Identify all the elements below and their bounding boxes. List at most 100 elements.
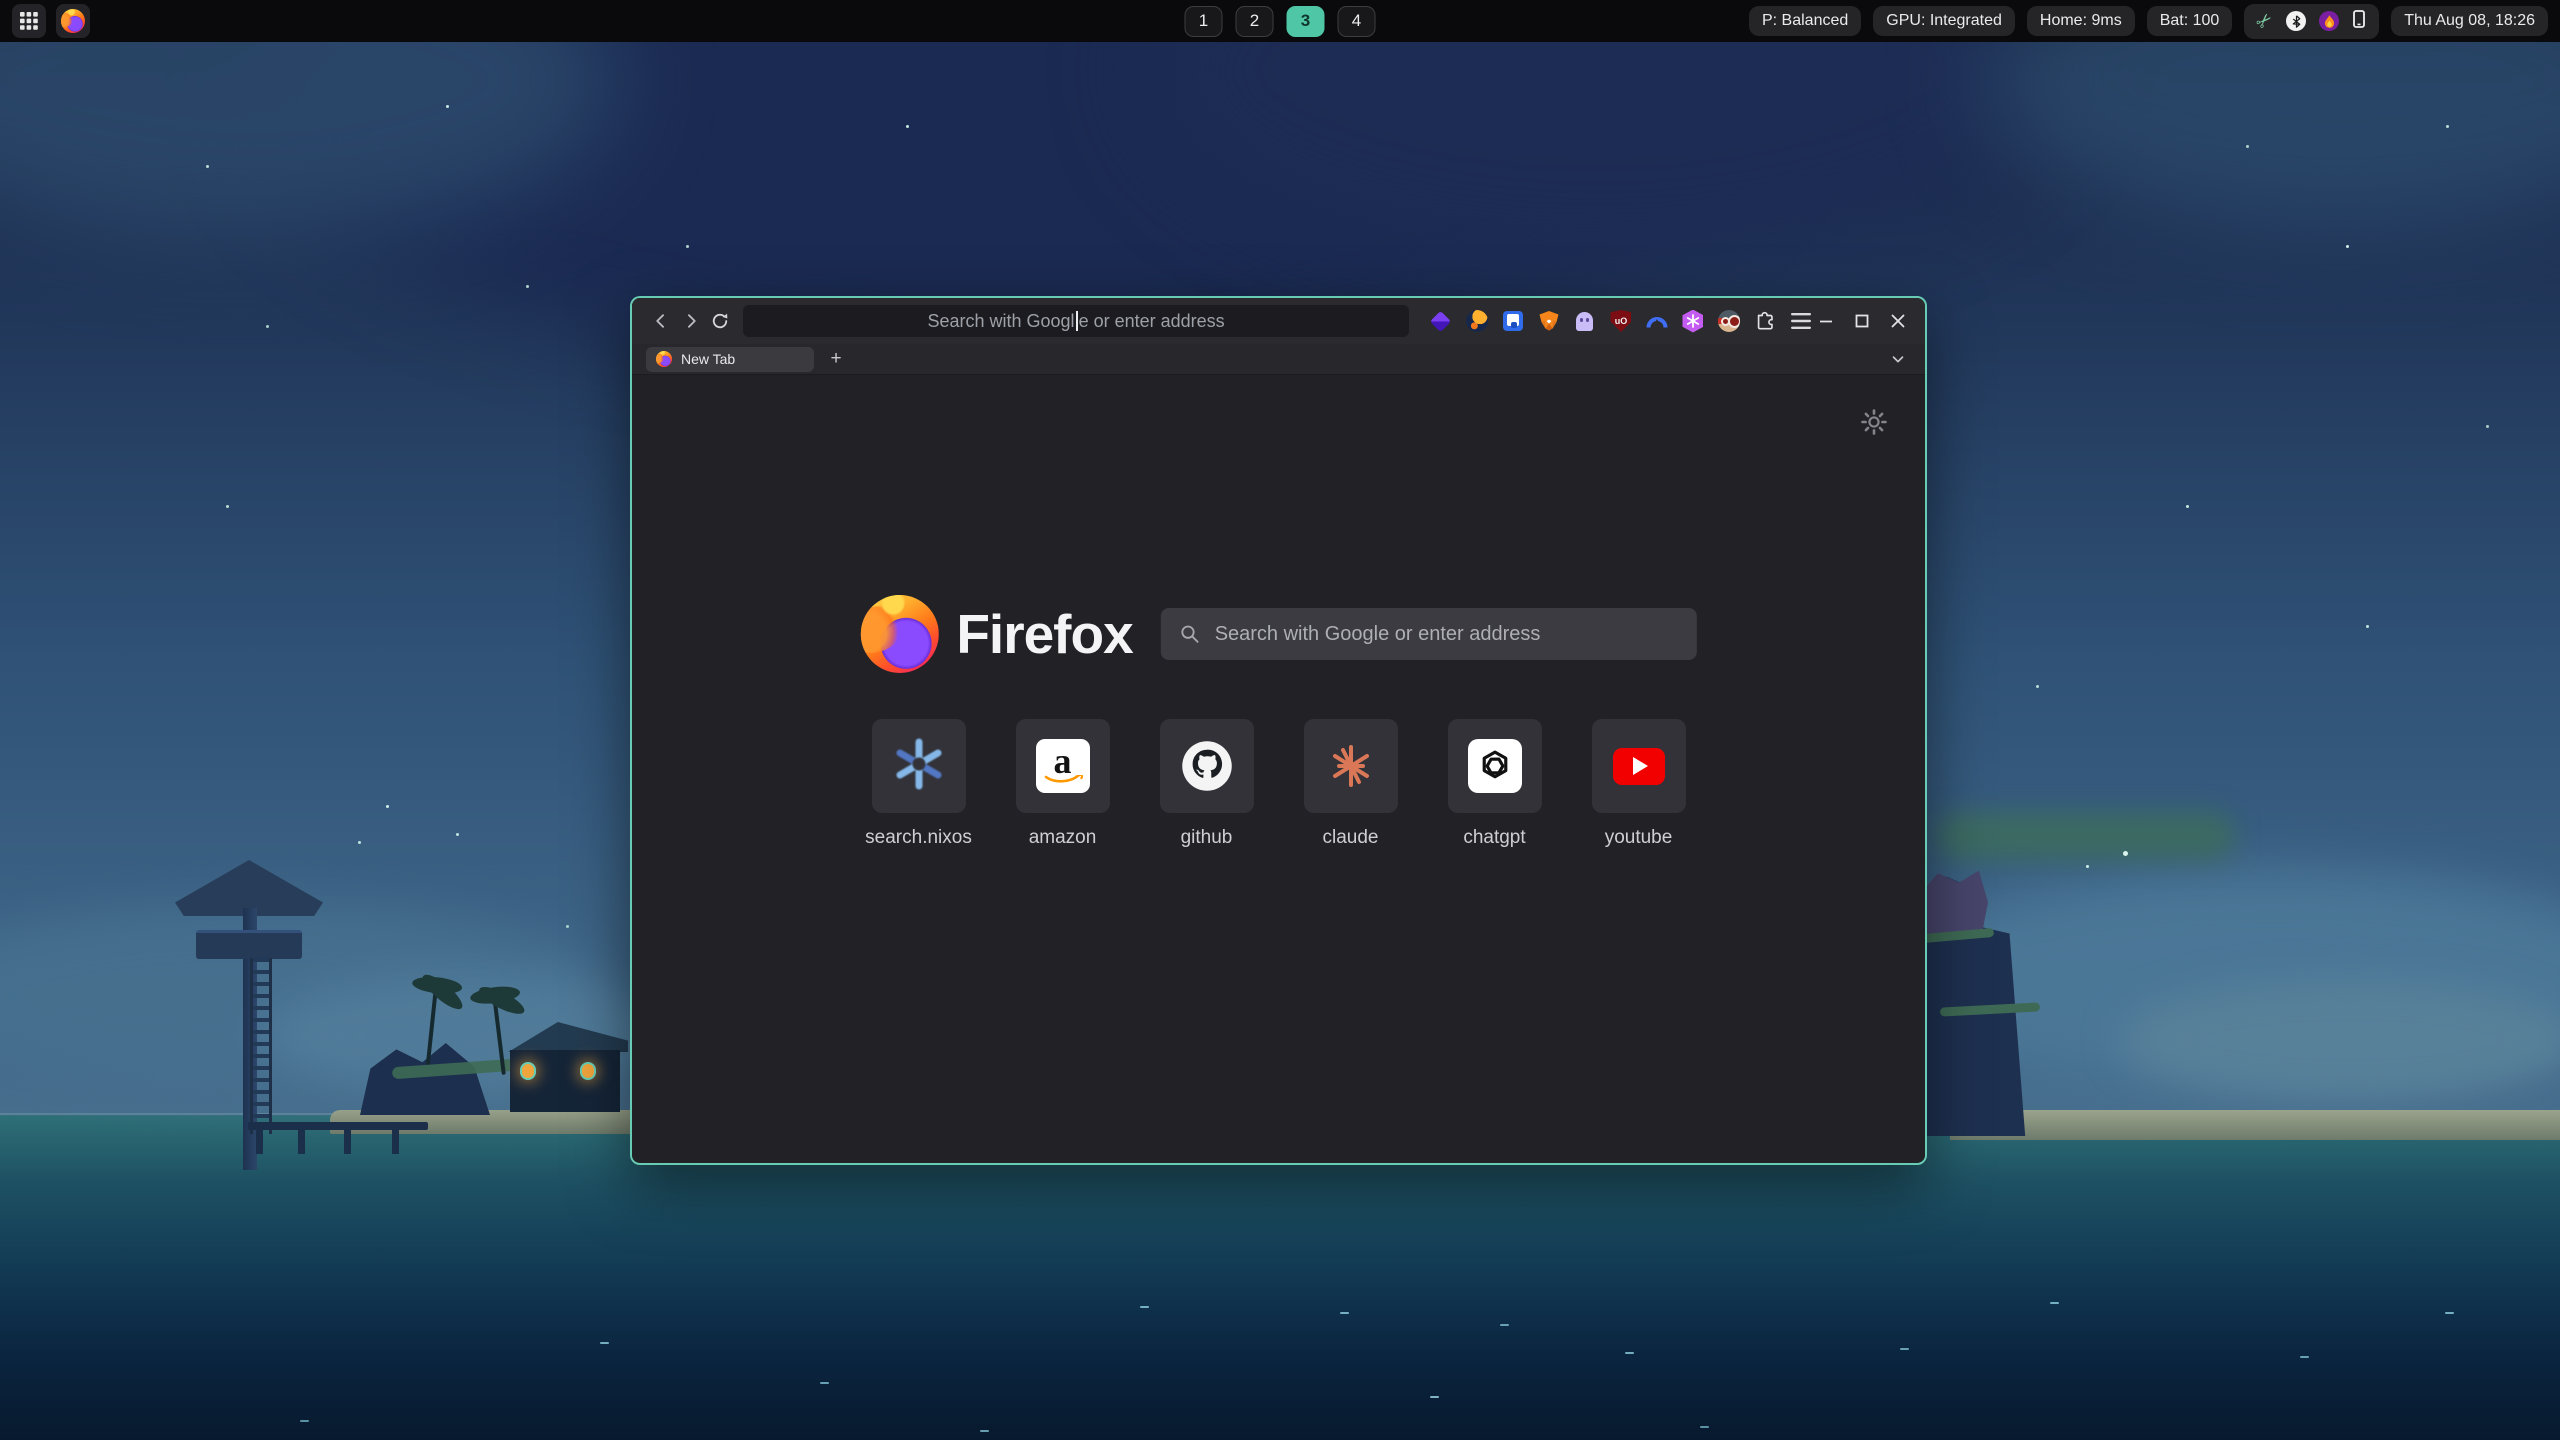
- back-button[interactable]: [646, 306, 676, 336]
- reload-button[interactable]: [705, 306, 735, 336]
- phone-connect-icon[interactable]: [2352, 10, 2366, 33]
- firefox-icon: [61, 9, 85, 33]
- shortcut-search-nixos[interactable]: search.nixos: [872, 719, 966, 849]
- firefox-logo: [860, 595, 938, 673]
- youtube-play-icon: [1613, 748, 1665, 785]
- shortcut-label: amazon: [1029, 827, 1097, 849]
- extension-purple-hexagon-icon[interactable]: [1681, 309, 1705, 333]
- firefox-launcher-button[interactable]: [56, 4, 90, 38]
- tab-strip: New Tab +: [632, 344, 1925, 375]
- reload-icon: [710, 311, 730, 331]
- battery-indicator: Bat: 100: [2147, 6, 2233, 36]
- tab-new-tab[interactable]: New Tab: [646, 347, 814, 372]
- firefox-wordmark: Firefox: [956, 602, 1132, 666]
- amazon-icon: a: [1036, 739, 1090, 793]
- nixos-snowflake-icon: [893, 738, 945, 795]
- shortcut-claude[interactable]: claude: [1304, 719, 1398, 849]
- extension-orange-navy-icon[interactable]: [1465, 309, 1489, 333]
- shortcut-github[interactable]: github: [1160, 719, 1254, 849]
- wallpaper-pier: [248, 1122, 428, 1130]
- shortcut-label: search.nixos: [865, 827, 972, 849]
- extension-blue-lock-icon[interactable]: [1501, 309, 1525, 333]
- workspace-button-1[interactable]: 1: [1185, 6, 1223, 37]
- urlbar-placeholder: Search with Googl: [927, 311, 1074, 332]
- ublock-label: uO: [1615, 316, 1628, 326]
- hamburger-menu-icon: [1791, 313, 1811, 329]
- workspace-label: 1: [1199, 11, 1208, 31]
- close-button[interactable]: [1885, 308, 1911, 334]
- firefox-favicon: [656, 351, 672, 367]
- shortcut-label: claude: [1323, 827, 1379, 849]
- forward-button[interactable]: [676, 306, 706, 336]
- text-caret: [1076, 311, 1078, 331]
- wallpaper-beach-right: [1950, 1110, 2560, 1140]
- back-icon: [651, 311, 671, 331]
- system-tray: ✂: [2244, 4, 2379, 39]
- url-bar[interactable]: Search with Googl e or enter address: [743, 305, 1409, 337]
- workspace-label: 3: [1301, 11, 1310, 31]
- workspace-button-2[interactable]: 2: [1236, 6, 1274, 37]
- ping-indicator: Home: 9ms: [2027, 6, 2135, 36]
- shortcut-youtube[interactable]: youtube: [1592, 719, 1686, 849]
- extension-ghostery-ghost-icon[interactable]: [1573, 309, 1597, 333]
- workspace-button-4[interactable]: 4: [1338, 6, 1376, 37]
- shortcut-chatgpt[interactable]: chatgpt: [1448, 719, 1542, 849]
- chatgpt-knot-icon: [1468, 739, 1522, 793]
- wallpaper-stars: [386, 805, 389, 808]
- firefox-toolbar: Search with Googl e or enter address uO: [632, 298, 1925, 344]
- app-menu-button[interactable]: [1789, 309, 1813, 333]
- new-tab-button[interactable]: +: [824, 347, 848, 371]
- shortcut-label: chatgpt: [1463, 827, 1525, 849]
- workspace-switcher: 1 2 3 4: [1185, 6, 1376, 37]
- amazon-letter: a: [1054, 747, 1072, 776]
- extension-spy-face-icon[interactable]: [1717, 309, 1741, 333]
- power-profile-indicator: P: Balanced: [1749, 6, 1861, 36]
- extension-ublock-origin-icon[interactable]: uO: [1609, 309, 1633, 333]
- workspace-label: 4: [1352, 11, 1361, 31]
- top-status-bar: 1 2 3 4 P: Balanced GPU: Integrated Home…: [0, 0, 2560, 42]
- newtab-search-box[interactable]: [1161, 608, 1697, 660]
- extension-toolbar: uO: [1429, 309, 1813, 333]
- gear-icon: [1861, 409, 1887, 435]
- app-launcher-button[interactable]: [12, 4, 46, 38]
- app-grid-icon: [20, 12, 38, 30]
- firefox-branding-row: Firefox: [860, 595, 1696, 673]
- wallpaper-cloud: [2120, 980, 2560, 1100]
- firefox-window: Search with Googl e or enter address uO: [630, 296, 1927, 1165]
- extension-metamask-fox-icon[interactable]: [1537, 309, 1561, 333]
- wallpaper-cloud: [1935, 812, 2235, 860]
- extension-blue-arc-vpn-icon[interactable]: [1645, 309, 1669, 333]
- shortcut-label: youtube: [1605, 827, 1673, 849]
- search-icon: [1179, 623, 1201, 645]
- clipboard-scissors-icon[interactable]: ✂: [2253, 9, 2278, 34]
- wallpaper-water-glints: [1340, 1312, 1349, 1314]
- wallpaper-watchtower-platform: [196, 930, 302, 959]
- wallpaper-lit-window: [520, 1062, 536, 1080]
- claude-starburst-icon: [1325, 740, 1377, 792]
- minimize-button[interactable]: [1813, 308, 1839, 334]
- wallpaper-rope-ladder: [250, 958, 272, 1134]
- window-controls: [1813, 308, 1911, 334]
- flameshot-icon[interactable]: [2319, 11, 2339, 31]
- plus-icon: +: [830, 348, 841, 370]
- extension-purple-gem-icon[interactable]: [1429, 309, 1453, 333]
- maximize-button[interactable]: [1849, 308, 1875, 334]
- personalize-settings-button[interactable]: [1861, 409, 1887, 435]
- clock: Thu Aug 08, 18:26: [2391, 6, 2548, 36]
- workspace-button-3[interactable]: 3: [1287, 6, 1325, 37]
- shortcut-amazon[interactable]: a amazon: [1016, 719, 1110, 849]
- status-indicators: P: Balanced GPU: Integrated Home: 9ms Ba…: [1749, 4, 2548, 39]
- gpu-indicator: GPU: Integrated: [1873, 6, 2015, 36]
- chevron-down-icon: [1889, 350, 1907, 368]
- list-all-tabs-button[interactable]: [1885, 347, 1911, 371]
- search-input[interactable]: [1213, 622, 1679, 647]
- shortcut-tiles: search.nixos a amazon: [872, 719, 1686, 849]
- tab-title: New Tab: [681, 351, 735, 367]
- extensions-puzzle-button[interactable]: [1753, 309, 1777, 333]
- wallpaper-lit-window: [580, 1062, 596, 1080]
- urlbar-placeholder: e or enter address: [1079, 311, 1225, 332]
- shortcut-label: github: [1181, 827, 1233, 849]
- bluetooth-icon[interactable]: [2286, 11, 2306, 31]
- desktop: 1 2 3 4 P: Balanced GPU: Integrated Home…: [0, 0, 2560, 1440]
- forward-icon: [681, 311, 701, 331]
